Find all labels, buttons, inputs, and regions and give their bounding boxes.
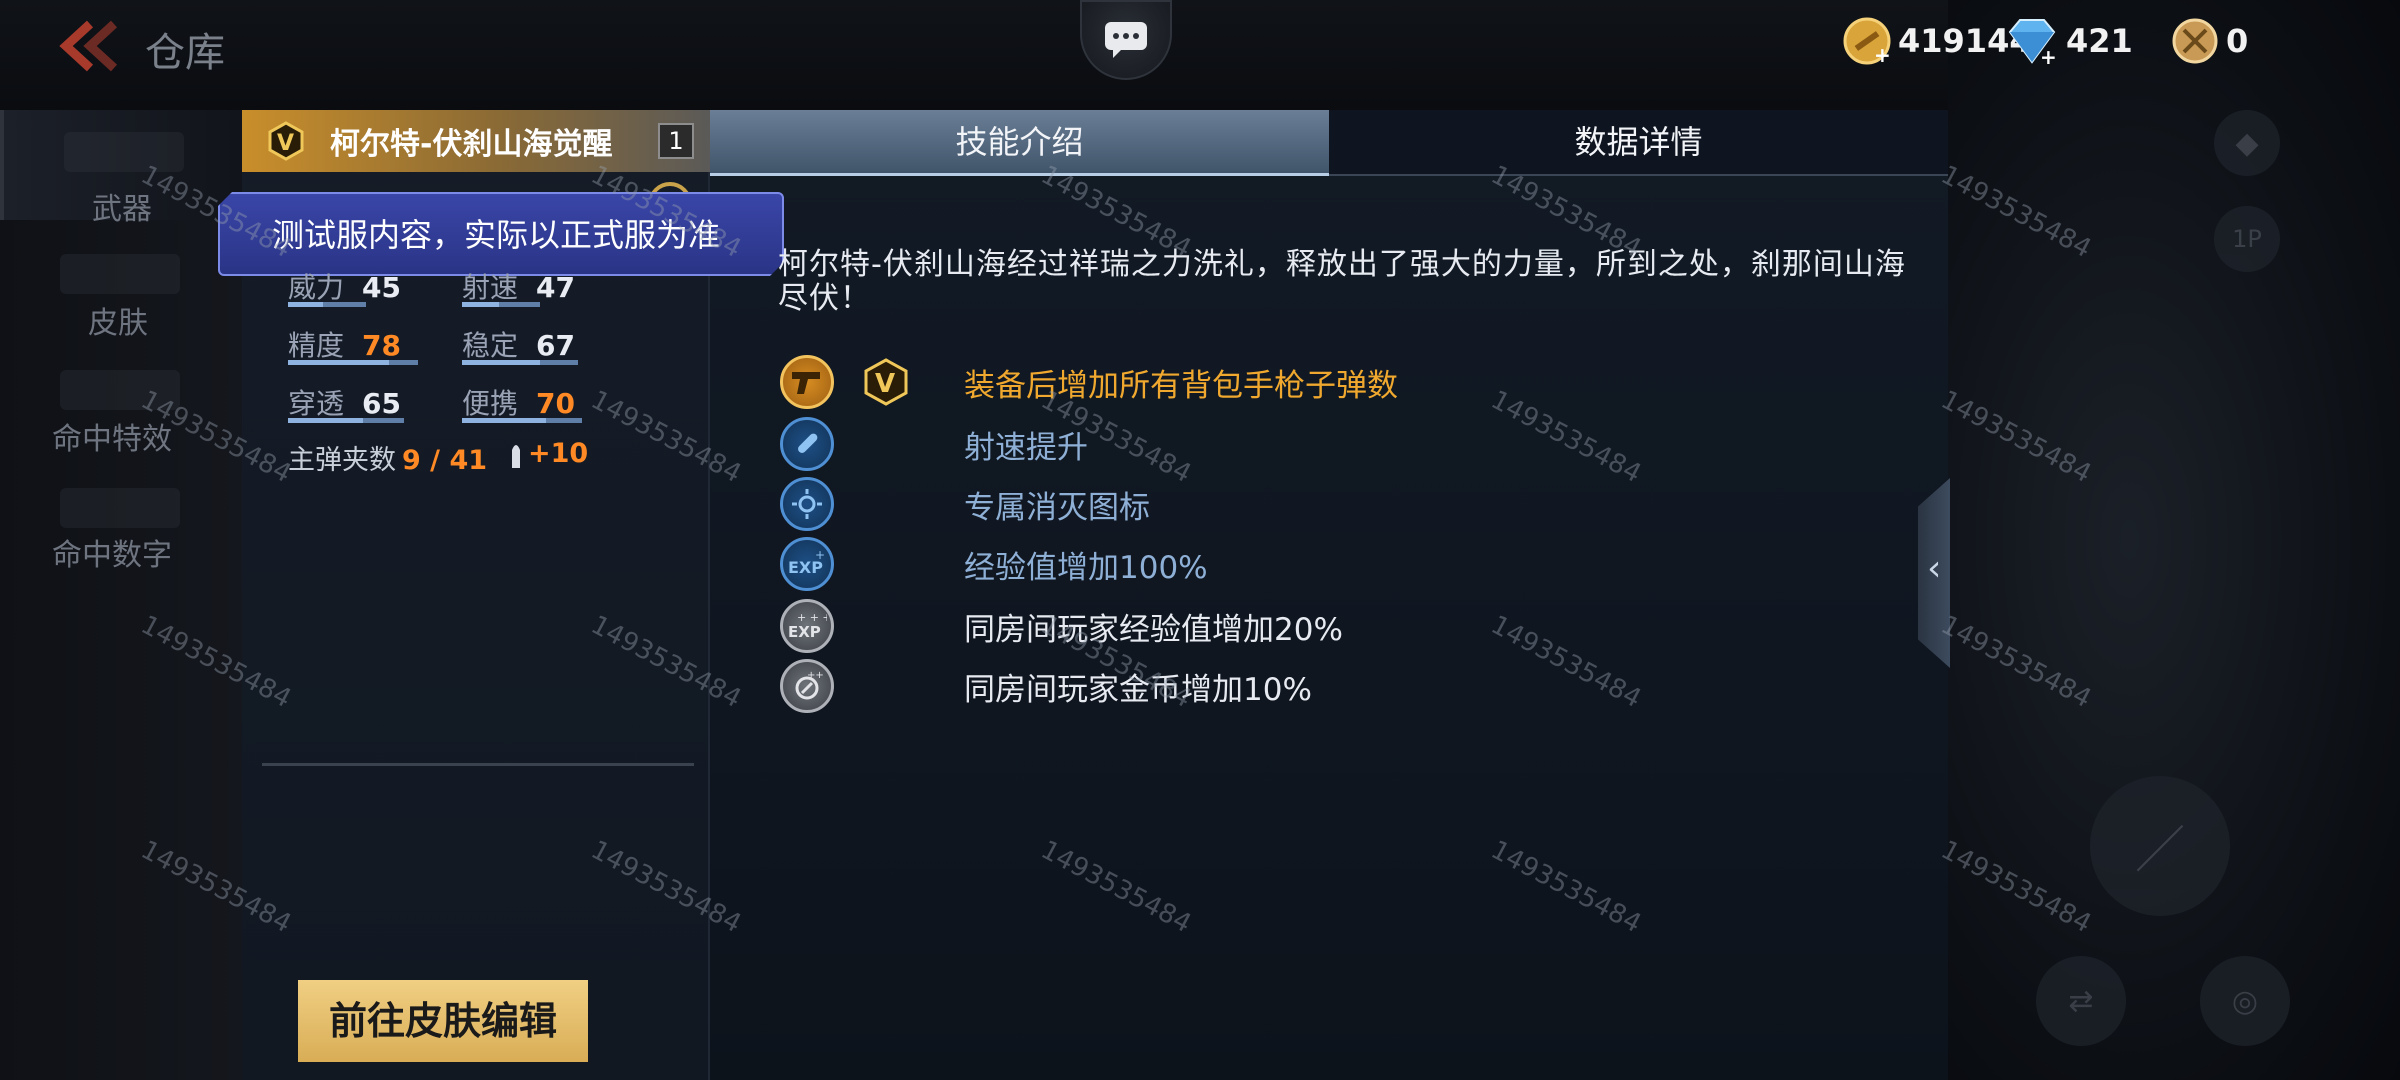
svg-text:+: + [815,549,825,562]
bullet-small-icon [512,445,520,468]
skill-text: 射速提升 [964,429,1088,466]
stat-value: 78 [362,329,401,362]
stat-value: 45 [362,271,401,304]
stat-label: 穿透 [288,387,345,420]
skill-text: 专属消灭图标 [964,489,1150,526]
ammo-value: 9 / 41 [402,445,488,476]
stat-bar [462,418,582,423]
collapse-panel-handle[interactable]: ‹ [1918,478,1950,668]
stat-power: 威力 45 [288,266,401,306]
go-to-skin-edit-button[interactable]: 前往皮肤编辑 [298,980,588,1062]
svg-text:+: + [2040,45,2057,66]
weapon-header: V 柯尔特-伏刹山海觉醒 1 [242,110,710,172]
skill-text: 同房间玩家经验值增加20% [964,611,1343,648]
stat-value: 65 [362,387,401,420]
currency-medal[interactable]: 0 [2170,16,2248,66]
sidebar-item-label: 命中数字 [52,538,172,573]
kill-sun-icon [780,477,834,531]
svg-text:+ + +: + + + [797,611,827,624]
sidebar-item-label: 命中特效 [52,422,172,457]
ammo-label: 主弹夹数 [288,445,396,476]
test-server-toast: 测试服内容，实际以正式服为准 [218,192,784,276]
stat-fire-rate: 射速 47 [462,266,575,306]
stat-portability: 便携 70 [462,382,575,422]
ammo-bonus: +10 [528,438,589,469]
weapon-description: 柯尔特-伏刹山海经过祥瑞之力洗礼，释放出了强大的力量，所到之处，刹那间山海尽伏！ [778,247,1906,316]
svg-text:EXP: EXP [788,623,821,641]
weapon-name: 柯尔特-伏刹山海觉醒 [330,127,613,162]
svg-text:+: + [1874,43,1891,66]
exp-plus-icon: EXP + [780,537,834,591]
stat-stability: 稳定 67 [462,324,575,364]
first-person-toggle[interactable]: 1P [2214,206,2280,272]
stat-label: 精度 [288,329,345,362]
tab-data-details[interactable]: 数据详情 [1329,110,1948,176]
skill-item: EXP + 经验值增加100% [780,536,1208,592]
tab-bar: 技能介绍 数据详情 [710,110,1948,176]
sidebar-item-skin[interactable]: 皮肤 [0,230,242,341]
stat-label: 稳定 [462,329,519,362]
ammo-count: 主弹夹数 9 / 41 [288,438,487,477]
svg-text:V: V [875,369,895,399]
skill-text: 同房间玩家金币增加10% [964,671,1312,708]
sidebar-item-hit-effect[interactable]: 命中特效 [0,360,242,470]
room-coin-icon: ++ [780,659,834,713]
weapon-preview-background [1948,0,2400,1080]
v-rank-icon: V [864,358,908,406]
sidebar-item-hit-number[interactable]: 命中数字 [0,480,242,590]
sidebar-item-weapon[interactable]: 武器 [0,110,242,227]
currency-diamond[interactable]: + 421 [2004,16,2133,66]
rotate-button[interactable]: ⇄ [2036,956,2126,1046]
stat-bar [462,302,540,307]
sidebar-item-label: 皮肤 [88,306,148,341]
stat-bar [288,418,404,423]
skill-item: 装备后增加所有背包手枪子弹数 [780,354,1398,410]
tab-skill-intro[interactable]: 技能介绍 [710,110,1329,176]
sidebar-item-label: 武器 [92,192,152,227]
skill-item: 专属消灭图标 [780,476,1150,532]
stat-bar [288,302,366,307]
weapon-level-badge: 1 [658,123,694,159]
stat-value: 47 [536,271,575,304]
v-rank-icon: V [268,121,304,161]
diamond-amount: 421 [2066,22,2133,60]
stat-label: 射速 [462,271,519,304]
crossed-swords-medal-icon [2172,18,2218,64]
skill-item: 射速提升 [780,416,1088,472]
gold-coin-icon: + [1843,17,1891,66]
diamond-icon: + [2008,19,2057,66]
svg-text:++: ++ [807,670,823,681]
chat-icon [1105,22,1147,58]
settings-diamond-button[interactable]: ◆ [2214,110,2280,176]
page-title: 仓库 [145,30,225,76]
medal-amount: 0 [2226,22,2249,60]
divider [262,763,694,766]
skill-item: ++ 同房间玩家金币增加10% [780,658,1312,714]
room-exp-icon: EXP+ + + [780,599,834,653]
pistol-icon [780,355,834,409]
svg-text:V: V [277,131,294,156]
hide-eye-button[interactable]: ◎ [2200,956,2290,1046]
stat-value: 70 [536,387,575,420]
stat-bar [462,360,578,365]
chevron-left-icon: ‹ [1927,548,1942,589]
skill-item: EXP+ + + 同房间玩家经验值增加20% [780,598,1343,654]
inspect-weapon-button[interactable]: ／ [2090,776,2230,916]
stat-label: 便携 [462,387,519,420]
back-arrow-icon[interactable] [52,18,122,74]
stat-label: 威力 [288,271,345,304]
bullet-icon [780,417,834,471]
stat-accuracy: 精度 78 [288,324,401,364]
skill-text: 装备后增加所有背包手枪子弹数 [964,367,1398,404]
stat-bar [288,360,418,365]
stat-value: 67 [536,329,575,362]
skill-text: 经验值增加100% [964,549,1208,586]
stat-penetration: 穿透 65 [288,382,401,422]
